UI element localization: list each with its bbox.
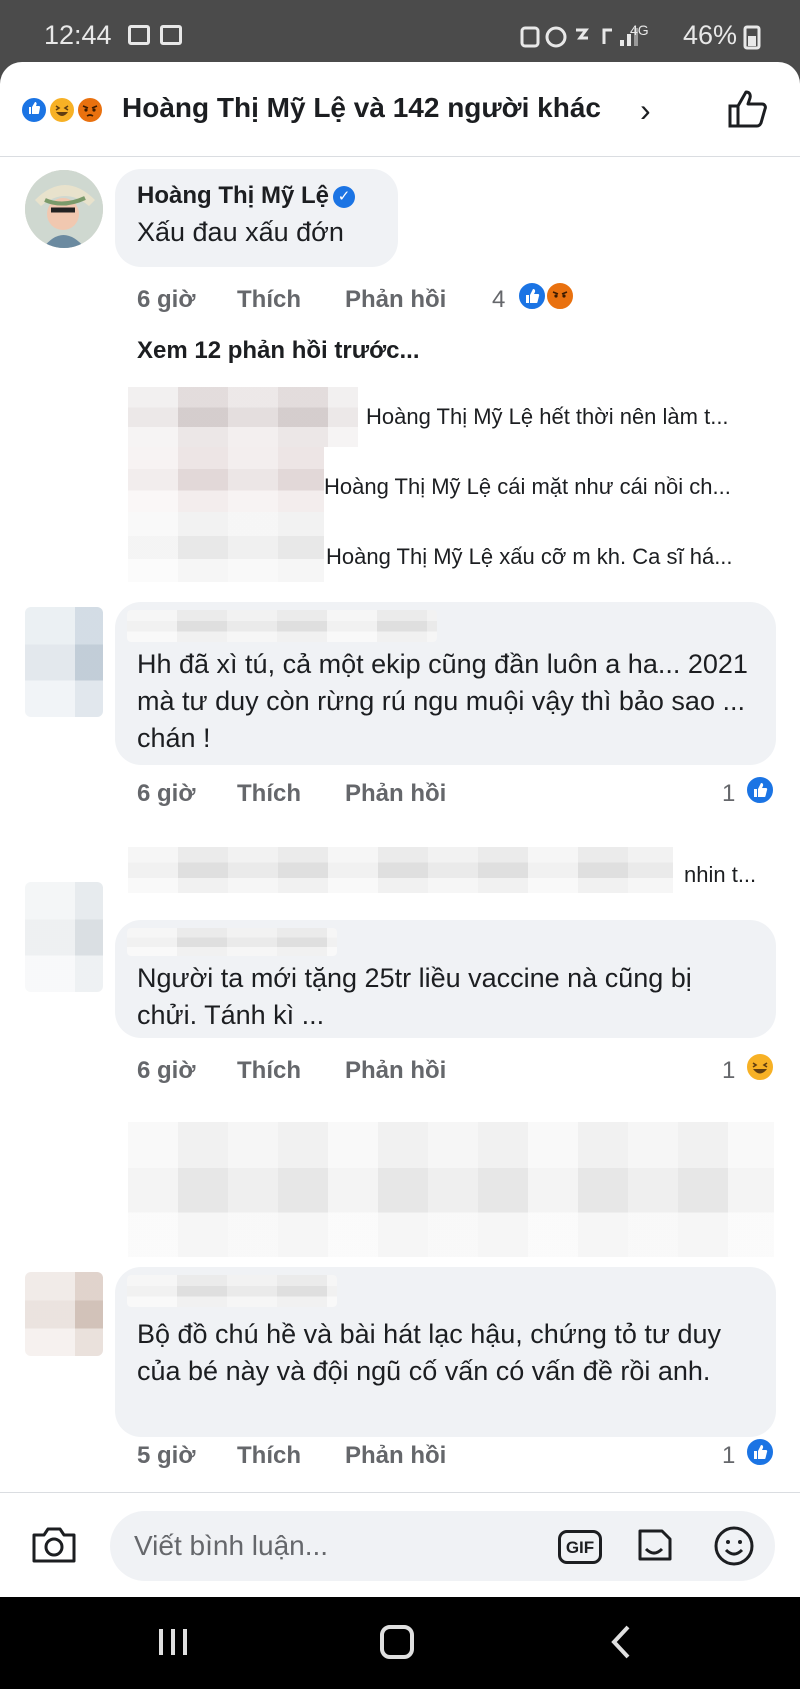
reply-preview[interactable]: Hoàng Thị Mỹ Lệ hết thời nên làm t... xyxy=(366,404,729,430)
like-reaction-icon xyxy=(745,1437,775,1467)
app-notification-icon xyxy=(160,25,182,45)
reply-preview[interactable]: Hoàng Thị Mỹ Lệ xấu cỡ m kh. Ca sĩ há... xyxy=(326,544,733,570)
reply-preview[interactable]: Hoàng Thị Mỹ Lệ cái mặt như cái nồi ch..… xyxy=(324,474,731,500)
blurred-avatar[interactable] xyxy=(25,1272,103,1356)
blurred-avatar xyxy=(128,447,324,512)
verified-badge-icon: ✓ xyxy=(333,186,355,208)
blurred-avatar xyxy=(128,387,358,447)
comment-time[interactable]: 6 giờ xyxy=(137,1057,195,1085)
angry-reaction-icon xyxy=(76,96,104,124)
like-post-button[interactable] xyxy=(726,86,770,130)
camera-icon[interactable] xyxy=(30,1523,78,1565)
battery-percent: 46% xyxy=(683,20,738,50)
home-icon[interactable] xyxy=(367,1619,427,1665)
blurred-avatar xyxy=(128,512,324,582)
emoji-icon[interactable] xyxy=(712,1524,756,1568)
haha-reaction-icon xyxy=(48,96,76,124)
reactions-header[interactable]: Hoàng Thị Mỹ Lệ và 142 người khác › xyxy=(0,62,800,157)
reply-button[interactable]: Phản hồi xyxy=(345,780,446,808)
reaction-count[interactable]: 4 xyxy=(492,286,505,314)
like-comment-button[interactable]: Thích xyxy=(237,780,301,808)
comment-bubble[interactable]: Hh đã xì tú, cả một ekip cũng đần luôn a… xyxy=(115,602,776,765)
comments-sheet: Hoàng Thị Mỹ Lệ và 142 người khác › Hoàn… xyxy=(0,62,800,1597)
like-reaction-icon xyxy=(20,96,48,124)
reaction-count[interactable]: 1 xyxy=(722,780,735,808)
comment-bubble[interactable]: Hoàng Thị Mỹ Lệ ✓ Xấu đau xấu đớn xyxy=(115,169,398,267)
reply-button[interactable]: Phản hồi xyxy=(345,1442,446,1470)
reply-button[interactable]: Phản hồi xyxy=(345,1057,446,1085)
comment-input[interactable] xyxy=(110,1511,775,1581)
comment-text: Bộ đồ chú hề và bài hát lạc hậu, chứng t… xyxy=(137,1319,722,1386)
avatar[interactable] xyxy=(25,170,103,248)
back-icon[interactable] xyxy=(592,1619,652,1665)
blurred-reply xyxy=(128,847,673,893)
like-comment-button[interactable]: Thích xyxy=(237,1442,301,1470)
comment-text: Xấu đau xấu đớn xyxy=(137,217,344,247)
like-reaction-icon xyxy=(745,775,775,805)
reply-button[interactable]: Phản hồi xyxy=(345,286,446,314)
reaction-count[interactable]: 1 xyxy=(722,1442,735,1470)
comment-text: Người ta mới tặng 25tr liều vaccine nà c… xyxy=(137,963,692,1030)
blurred-author-name xyxy=(127,610,437,642)
comment-bubble[interactable]: Người ta mới tặng 25tr liều vaccine nà c… xyxy=(115,920,776,1038)
gif-button[interactable]: GIF xyxy=(558,1530,602,1564)
blurred-reply xyxy=(128,1122,774,1257)
comment-author[interactable]: Hoàng Thị Mỹ Lệ ✓ xyxy=(137,182,355,210)
blurred-author-name xyxy=(127,928,337,956)
sticker-icon[interactable] xyxy=(634,1525,674,1565)
view-previous-replies[interactable]: Xem 12 phản hồi trước... xyxy=(137,337,420,365)
angry-reaction-icon xyxy=(545,281,575,311)
like-comment-button[interactable]: Thích xyxy=(237,1057,301,1085)
status-time: 12:44 xyxy=(44,20,112,50)
comment-time[interactable]: 6 giờ xyxy=(137,780,195,808)
reaction-count[interactable]: 1 xyxy=(722,1057,735,1085)
comment-time[interactable]: 6 giờ xyxy=(137,286,195,314)
comment-author-name[interactable]: Hoàng Thị Mỹ Lệ xyxy=(137,182,329,209)
comment-bubble[interactable]: Bộ đồ chú hề và bài hát lạc hậu, chứng t… xyxy=(115,1267,776,1437)
blurred-avatar[interactable] xyxy=(25,607,103,717)
status-indicators-icon xyxy=(520,26,638,48)
like-comment-button[interactable]: Thích xyxy=(237,286,301,314)
recent-apps-icon[interactable] xyxy=(143,1619,203,1665)
blurred-avatar[interactable] xyxy=(25,882,103,992)
comment-composer: GIF xyxy=(0,1492,800,1597)
reactors-summary[interactable]: Hoàng Thị Mỹ Lệ và 142 người khác xyxy=(122,92,601,124)
haha-reaction-icon xyxy=(745,1052,775,1082)
comment-text: Hh đã xì tú, cả một ekip cũng đần luôn a… xyxy=(137,649,748,753)
gallery-notification-icon xyxy=(128,25,150,45)
battery-icon xyxy=(743,25,761,50)
status-bar: 12:44 4G 46% xyxy=(0,0,800,70)
like-reaction-icon xyxy=(517,281,547,311)
comment-time[interactable]: 5 giờ xyxy=(137,1442,195,1470)
blurred-author-name xyxy=(127,1275,337,1307)
reply-preview[interactable]: nhin t... xyxy=(684,862,756,888)
network-type: 4G xyxy=(630,22,649,38)
system-navigation-bar xyxy=(0,1597,800,1689)
chevron-right-icon[interactable]: › xyxy=(640,92,651,129)
